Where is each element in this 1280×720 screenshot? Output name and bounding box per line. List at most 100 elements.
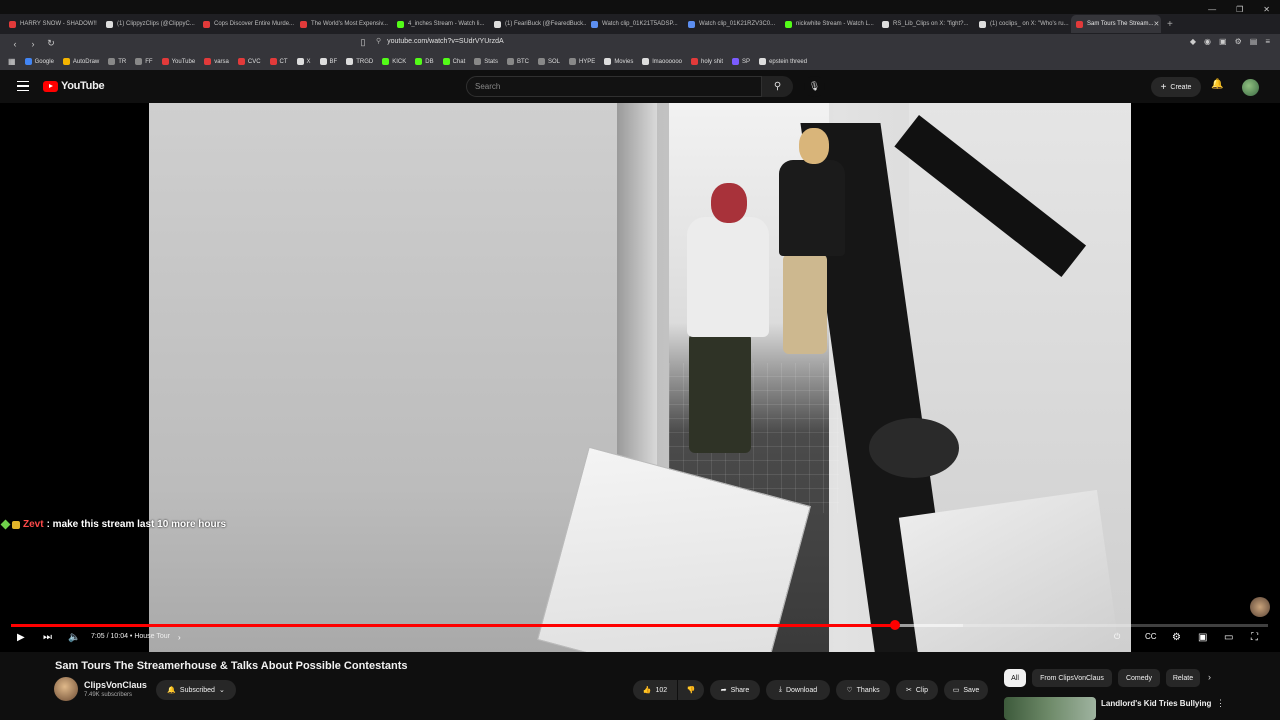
browser-tab[interactable]: (1) FeariBuck (@FearedBuck... [489,15,586,33]
bookmark-item[interactable]: KICK [382,58,406,65]
autoplay-toggle[interactable]: ⏻ [1114,632,1120,642]
chip-related[interactable]: Relate [1166,669,1200,687]
browser-tab[interactable]: 4_inches Stream - Watch li... [392,15,489,33]
bookmark-item[interactable]: YouTube [161,58,195,65]
extension-icon[interactable]: ⚙ [1235,37,1242,46]
youtube-logo[interactable]: YouTube [43,80,105,92]
sidebar-icon[interactable]: ▤ [1250,37,1258,46]
bookmark-item[interactable]: CVC [237,58,261,65]
bookmark-item[interactable]: Google [24,58,54,65]
notifications-bell-icon[interactable]: 🔔 [1211,79,1223,90]
close-tab-icon[interactable]: ✕ [1153,20,1159,28]
bookmark-item[interactable]: TR [108,58,126,65]
bookmark-item[interactable]: HYPE [568,58,595,65]
browser-tab[interactable]: Watch clip_01K21T5ADSP... [586,15,683,33]
bookmark-item[interactable]: Stats [474,58,498,65]
create-button[interactable]: + Create [1151,77,1201,97]
browser-tab[interactable]: nickwhite Stream - Watch L... [780,15,877,33]
url-field[interactable]: ⚲ youtube.com/watch?v=SUdrVYUrzdA [376,37,504,45]
reload-icon[interactable]: ↻ [42,38,60,49]
youtube-logo-icon [43,80,58,92]
more-options-icon[interactable]: ⋮ [1216,698,1225,709]
chevron-right-icon[interactable]: › [1208,672,1211,682]
bookmark-item[interactable]: BF [319,58,337,65]
browser-tab-bar: HARRY SNOW - SHADOW!! (1) ClippyzClips (@… [0,14,1280,34]
subscribed-button[interactable]: 🔔 Subscribed ⌄ [156,680,236,700]
related-video-thumbnail[interactable] [1004,697,1096,720]
bookmark-item[interactable]: DB [415,58,434,65]
browser-tab[interactable]: Sam Tours The Stream... ✕ [1071,15,1161,33]
bookmark-page-icon[interactable]: ▯ [354,37,372,48]
chip-comedy[interactable]: Comedy [1118,669,1160,687]
bookmark-item[interactable]: CT [269,58,288,65]
browser-tab[interactable]: (1) coclips_ on X: "Who's ru... [974,15,1071,33]
restore-icon[interactable]: ❐ [1236,0,1243,20]
minimize-icon[interactable]: — [1208,0,1216,20]
account-avatar[interactable] [1242,79,1259,96]
browser-tab[interactable]: The World's Most Expensiv... [295,15,392,33]
video-player[interactable] [0,103,1280,652]
apps-icon[interactable]: ▦ [8,57,16,66]
bookmark-item[interactable]: SOL [537,58,560,65]
site-info-icon[interactable]: ⚲ [376,38,381,45]
bookmark-item[interactable]: Chat [442,58,465,65]
bookmark-item[interactable]: AutoDraw [62,58,99,65]
thanks-button[interactable]: ♡ Thanks [836,680,890,700]
browser-tab[interactable]: (1) ClippyzClips (@ClippyC... [101,15,198,33]
bookmark-item[interactable]: lmaoooooo [642,58,682,65]
channel-avatar[interactable] [54,677,78,701]
tab-label: Watch clip_01K21RZV3C0... [699,21,776,27]
bookmark-favicon-icon [691,58,699,65]
bookmark-item[interactable]: holy shit [691,58,723,65]
dislike-button[interactable]: 👎 [678,680,704,700]
share-button[interactable]: ➦ Share [710,680,760,700]
bookmark-item[interactable]: FF [135,58,153,65]
forward-icon[interactable]: › [24,39,42,49]
subtitles-icon[interactable]: CC [1145,632,1157,641]
chip-from-channel[interactable]: From ClipsVonClaus [1032,669,1112,687]
miniplayer-icon[interactable]: ▣ [1198,632,1207,643]
bookmark-item[interactable]: TRGD [346,58,373,65]
chapter-chevron-icon[interactable]: › [178,633,181,642]
related-video-title[interactable]: Landlord's Kid Tries Bullying [1101,699,1211,708]
bookmark-item[interactable]: BTC [506,58,529,65]
like-button[interactable]: 👍 102 [633,680,677,700]
bookmark-item[interactable]: varsa [204,58,229,65]
theater-mode-icon[interactable]: ▭ [1224,632,1233,643]
clip-button[interactable]: ✂ Clip [896,680,938,700]
download-button[interactable]: ⤓ Download [766,680,830,700]
progress-bar[interactable] [11,620,1268,630]
browser-tab[interactable]: Watch clip_01K21RZV3C0... [683,15,780,33]
extension-icon[interactable]: ◆ [1190,37,1196,46]
tab-favicon-icon [300,20,307,28]
save-button[interactable]: ▭ Save [944,680,988,700]
search-button[interactable]: ⚲ [762,76,793,97]
browser-tab[interactable]: RS_Lib_Clips on X: "fight?... [877,15,974,33]
bookmark-item[interactable]: epstein threed [759,58,807,65]
bookmark-label: BTC [516,58,529,65]
channel-name[interactable]: ClipsVonClaus [84,680,147,690]
bookmark-favicon-icon [108,58,116,65]
volume-icon[interactable]: 🔈 [68,632,80,643]
settings-gear-icon[interactable]: ⚙ [1172,632,1181,643]
bookmark-favicon-icon [604,58,612,65]
browser-tab[interactable]: HARRY SNOW - SHADOW!! [4,15,101,33]
hamburger-menu-icon[interactable] [17,81,29,91]
fullscreen-icon[interactable]: ⛶ [1251,632,1258,643]
menu-icon[interactable]: ≡ [1265,37,1270,46]
voice-search-button[interactable]: 🎙 [804,76,825,97]
search-input[interactable]: Search [466,76,762,97]
new-tab-button[interactable]: + [1167,19,1173,30]
chip-all[interactable]: All [1004,669,1026,687]
extension-icon[interactable]: ◉ [1204,37,1211,46]
next-icon[interactable]: ⏭ [43,632,52,643]
close-window-icon[interactable]: ✕ [1263,0,1270,20]
play-icon[interactable]: ▶ [17,632,25,643]
bookmark-item[interactable]: SP [732,58,750,65]
back-icon[interactable]: ‹ [6,39,24,49]
share-label: Share [730,686,750,694]
bookmark-item[interactable]: X [296,58,311,65]
browser-tab[interactable]: Cops Discover Entire Murde... [198,15,295,33]
extension-icon[interactable]: ▣ [1219,37,1227,46]
bookmark-item[interactable]: Movies [604,58,633,65]
